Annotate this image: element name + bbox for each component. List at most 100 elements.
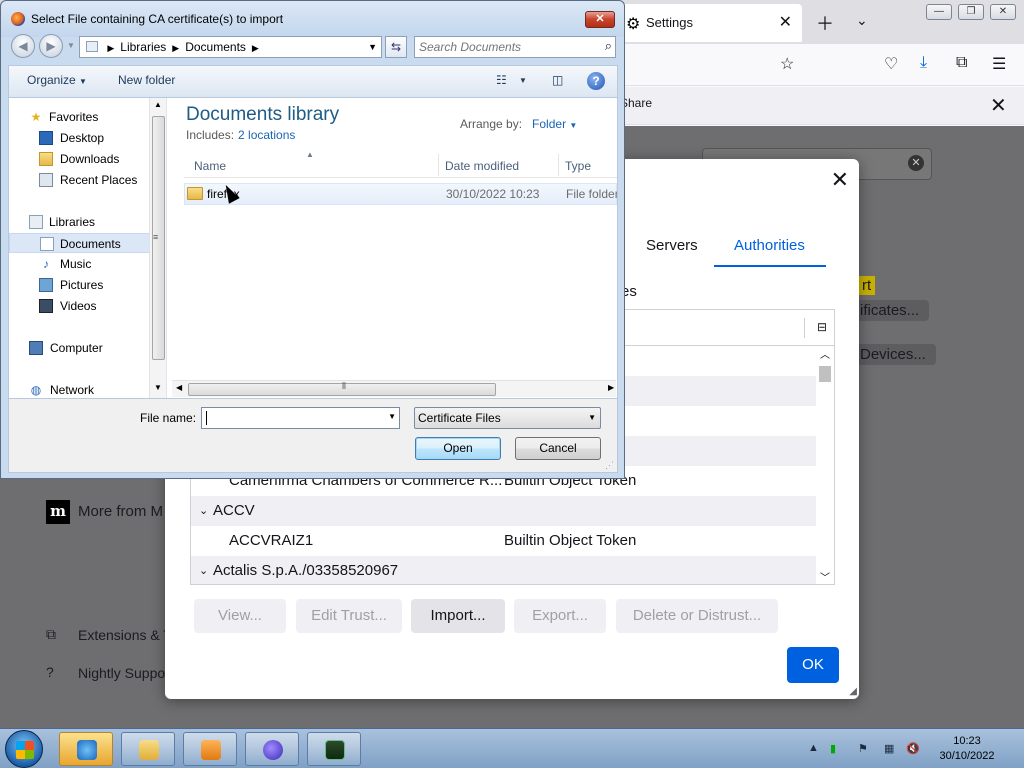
list-tabs-chevron-icon[interactable]: ⌄: [856, 12, 868, 29]
tree-item-computer[interactable]: Computer: [9, 338, 157, 358]
close-window-button[interactable]: ✕: [990, 4, 1016, 20]
breadcrumb-separator-icon[interactable]: ▶: [107, 43, 114, 53]
pocket-icon[interactable]: ♡: [884, 54, 898, 74]
tree-item-pictures[interactable]: Pictures: [9, 275, 157, 295]
file-name-dropdown-icon[interactable]: ▼: [388, 412, 396, 421]
file-row-firefox[interactable]: firefox 30/10/2022 10:23 File folder: [184, 183, 617, 205]
address-bar[interactable]: ▶ Libraries ▶ Documents ▶ ▼: [79, 36, 382, 58]
navigation-scrollbar[interactable]: ▲ ≡ ▼: [149, 98, 166, 398]
downloads-icon[interactable]: ⤓: [920, 54, 927, 72]
tree-item-videos[interactable]: Videos: [9, 296, 157, 316]
close-notice-icon[interactable]: ✕: [990, 93, 1007, 118]
taskbar-task-manager[interactable]: [307, 732, 361, 766]
file-name-input[interactable]: [205, 409, 383, 427]
battery-icon[interactable]: ▮: [830, 742, 836, 755]
edit-trust-button[interactable]: Edit Trust...: [296, 599, 402, 633]
forward-arrow-icon[interactable]: ▶: [39, 34, 63, 58]
breadcrumb-documents[interactable]: Documents: [185, 40, 246, 54]
resize-grip-icon[interactable]: ⋰: [605, 460, 614, 471]
tree-item-favorites[interactable]: ★ Favorites: [9, 107, 157, 127]
close-button[interactable]: ✕: [585, 11, 615, 28]
file-list-hscrollbar[interactable]: ◀ ⦀ ▶: [172, 380, 616, 397]
resize-grip-icon[interactable]: ◢: [849, 686, 857, 697]
org-row-actalis[interactable]: ⌄ Actalis S.p.A./03358520967: [191, 556, 817, 584]
taskbar-explorer[interactable]: [121, 732, 175, 766]
volume-muted-icon[interactable]: 🔇: [906, 742, 920, 755]
taskbar-media-player[interactable]: [183, 732, 237, 766]
new-tab-icon[interactable]: ＋: [816, 10, 834, 36]
show-hidden-icons-icon[interactable]: ▲: [808, 742, 819, 754]
file-name-combobox[interactable]: ▼: [201, 407, 400, 429]
network-icon[interactable]: ▦: [884, 742, 894, 755]
close-tab-icon[interactable]: ✕: [779, 12, 792, 32]
tree-item-documents[interactable]: Documents: [9, 233, 157, 253]
cancel-button[interactable]: Cancel: [515, 437, 601, 460]
open-button[interactable]: Open: [415, 437, 501, 460]
file-type-filter[interactable]: Certificate Files ▼: [414, 407, 601, 429]
tab-servers[interactable]: Servers: [646, 237, 698, 254]
view-button[interactable]: View...: [194, 599, 286, 633]
export-button[interactable]: Export...: [514, 599, 606, 633]
address-dropdown-icon[interactable]: ▼: [368, 37, 377, 57]
column-type[interactable]: Type: [565, 159, 591, 173]
action-center-flag-icon[interactable]: ⚑: [858, 742, 868, 755]
start-button[interactable]: [5, 730, 43, 768]
tree-item-downloads[interactable]: Downloads: [9, 149, 157, 169]
organize-button[interactable]: Organize ▼: [27, 73, 87, 87]
minimize-button[interactable]: —: [926, 4, 952, 20]
scroll-up-icon[interactable]: ▲: [154, 100, 162, 109]
search-box[interactable]: ⌕: [414, 36, 616, 58]
ok-button[interactable]: OK: [787, 647, 839, 683]
scroll-down-icon[interactable]: ▼: [154, 383, 162, 392]
new-folder-button[interactable]: New folder: [118, 73, 175, 87]
table-row[interactable]: ACCVRAIZ1 Builtin Object Token: [191, 526, 817, 556]
arrange-by-dropdown[interactable]: Folder ▼: [532, 117, 577, 131]
breadcrumb-separator-icon[interactable]: ▶: [172, 43, 179, 53]
tree-scrollbar[interactable]: ︿ ﹀: [816, 346, 834, 584]
scroll-down-icon[interactable]: ﹀: [820, 569, 830, 584]
import-button[interactable]: Import...: [411, 599, 505, 633]
view-options-chevron-icon[interactable]: ▼: [519, 76, 527, 85]
org-row-accv[interactable]: ⌄ ACCV: [191, 496, 817, 526]
scroll-thumb[interactable]: [819, 366, 831, 382]
bookmark-star-icon[interactable]: ☆: [780, 54, 794, 74]
scroll-up-icon[interactable]: ︿: [820, 346, 830, 361]
breadcrumb-separator-icon[interactable]: ▶: [252, 43, 259, 53]
search-input[interactable]: [417, 38, 593, 56]
tree-item-desktop[interactable]: Desktop: [9, 128, 157, 148]
tab-title: Settings: [646, 15, 693, 30]
search-icon[interactable]: ⌕: [605, 38, 612, 54]
tree-item-music[interactable]: ♪ Music: [9, 254, 157, 274]
refresh-icon[interactable]: ⇆: [385, 36, 407, 58]
extensions-icon[interactable]: ⧉: [956, 54, 967, 72]
column-date-modified[interactable]: Date modified: [445, 159, 519, 173]
tree-item-recent-places[interactable]: Recent Places: [9, 170, 157, 190]
menu-icon[interactable]: ☰: [992, 54, 1006, 74]
taskbar-internet-explorer[interactable]: [59, 732, 113, 766]
column-separator[interactable]: [558, 154, 559, 176]
breadcrumb-libraries[interactable]: Libraries: [120, 40, 166, 54]
column-separator[interactable]: [438, 154, 439, 176]
preview-pane-icon[interactable]: ◫: [552, 73, 563, 87]
chevron-down-icon[interactable]: ⌄: [199, 496, 208, 526]
tab-authorities[interactable]: Authorities: [734, 237, 805, 254]
help-icon[interactable]: ?: [587, 72, 605, 90]
locations-link[interactable]: 2 locations: [238, 128, 295, 142]
tree-item-libraries[interactable]: Libraries: [9, 212, 157, 232]
taskbar-firefox-nightly[interactable]: [245, 732, 299, 766]
close-icon[interactable]: ✕: [831, 167, 849, 193]
chevron-down-icon[interactable]: ⌄: [199, 556, 208, 584]
column-picker-icon[interactable]: ⊟: [817, 320, 827, 334]
history-chevron-icon[interactable]: ▼: [67, 41, 75, 50]
dialog-title-bar[interactable]: Select File containing CA certificate(s)…: [1, 1, 624, 37]
scroll-right-icon[interactable]: ▶: [608, 383, 614, 392]
clock[interactable]: 10:23 30/10/2022: [922, 734, 1012, 764]
maximize-button[interactable]: ❐: [958, 4, 984, 20]
scroll-left-icon[interactable]: ◀: [176, 383, 182, 392]
change-view-icon[interactable]: ☷: [496, 73, 507, 87]
back-arrow-icon[interactable]: ◀: [11, 34, 35, 58]
column-name[interactable]: Name: [194, 159, 226, 173]
tree-item-network[interactable]: ◍ Network: [9, 380, 157, 398]
delete-or-distrust-button[interactable]: Delete or Distrust...: [616, 599, 778, 633]
tab-settings[interactable]: ⚙ Settings ✕: [616, 4, 802, 42]
